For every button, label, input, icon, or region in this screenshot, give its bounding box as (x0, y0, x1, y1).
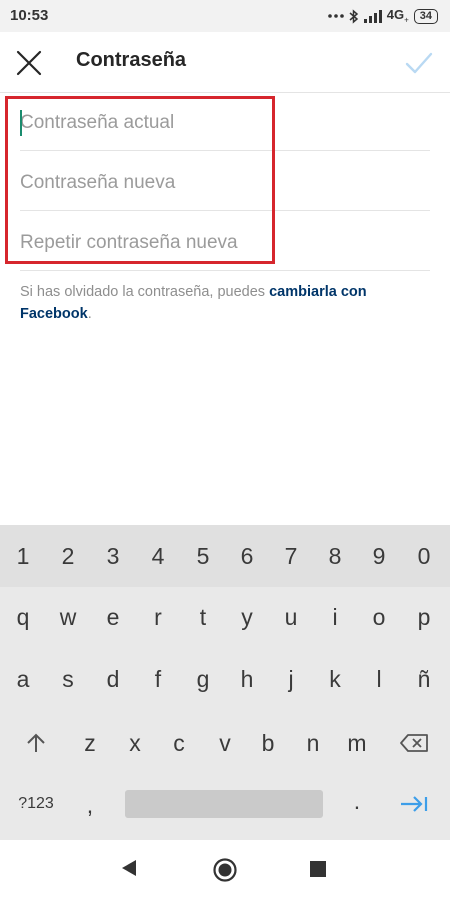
backspace-icon[interactable] (390, 719, 438, 767)
key-h[interactable]: h (225, 655, 269, 703)
key-e[interactable]: e (91, 593, 135, 641)
key-q[interactable]: q (1, 593, 45, 641)
key-w[interactable]: w (46, 593, 90, 641)
key-x[interactable]: x (113, 719, 157, 767)
key-d[interactable]: d (91, 655, 135, 703)
key-i[interactable]: i (313, 593, 357, 641)
key-v[interactable]: v (203, 719, 247, 767)
key-r[interactable]: r (136, 593, 180, 641)
key-y[interactable]: y (225, 593, 269, 641)
key-u[interactable]: u (269, 593, 313, 641)
dots-icon (327, 13, 344, 19)
status-bar: 10:53 4G+ 34 (0, 0, 450, 32)
key-j[interactable]: j (269, 655, 313, 703)
key-7[interactable]: 7 (269, 532, 313, 580)
key-c[interactable]: c (157, 719, 201, 767)
key-2[interactable]: 2 (46, 532, 90, 580)
key-f[interactable]: f (136, 655, 180, 703)
status-time: 10:53 (10, 7, 49, 24)
home-circle-icon[interactable] (213, 858, 237, 887)
back-triangle-icon[interactable] (120, 858, 138, 883)
close-icon[interactable] (16, 50, 42, 76)
help-suffix: . (87, 306, 92, 322)
field-divider (20, 270, 430, 271)
key-n[interactable]: n (291, 719, 335, 767)
key-k[interactable]: k (313, 655, 357, 703)
key-l[interactable]: l (357, 655, 401, 703)
key-b[interactable]: b (246, 719, 290, 767)
check-icon[interactable] (405, 50, 433, 76)
key-4[interactable]: 4 (136, 532, 180, 580)
bluetooth-icon (349, 8, 359, 24)
highlight-box (5, 96, 275, 264)
app-bar: Contraseña (0, 32, 450, 92)
nav-bar (0, 840, 450, 900)
space-key[interactable] (125, 790, 323, 818)
key-enye[interactable]: ñ (402, 655, 446, 703)
key-o[interactable]: o (357, 593, 401, 641)
key-1[interactable]: 1 (1, 532, 45, 580)
key-t[interactable]: t (181, 593, 225, 641)
key-6[interactable]: 6 (225, 532, 269, 580)
keyboard: 1 2 3 4 5 6 7 8 9 0 q w e r t y u i o p … (0, 525, 450, 840)
status-icons: 4G+ 34 (327, 6, 438, 26)
recents-square-icon[interactable] (310, 861, 326, 882)
forgot-password-help: Si has olvidado la contraseña, puedes ca… (20, 281, 430, 325)
signal-icon (363, 9, 382, 23)
network-type: 4G+ (386, 7, 409, 25)
tab-next-icon[interactable] (390, 780, 438, 828)
key-8[interactable]: 8 (313, 532, 357, 580)
key-p[interactable]: p (402, 593, 446, 641)
page-title: Contraseña (76, 49, 187, 71)
key-a[interactable]: a (1, 655, 45, 703)
key-9[interactable]: 9 (357, 532, 401, 580)
comma-key[interactable]: , (68, 781, 112, 829)
key-5[interactable]: 5 (181, 532, 225, 580)
battery-icon: 34 (413, 8, 438, 24)
key-0[interactable]: 0 (402, 532, 446, 580)
key-3[interactable]: 3 (91, 532, 135, 580)
period-key[interactable]: . (335, 777, 379, 825)
shift-arrow-icon[interactable] (12, 719, 60, 767)
key-g[interactable]: g (181, 655, 225, 703)
key-m[interactable]: m (335, 719, 379, 767)
symbols-key[interactable]: ?123 (6, 780, 66, 828)
help-text: Si has olvidado la contraseña, puedes (20, 284, 270, 300)
key-s[interactable]: s (46, 655, 90, 703)
key-z[interactable]: z (68, 719, 112, 767)
